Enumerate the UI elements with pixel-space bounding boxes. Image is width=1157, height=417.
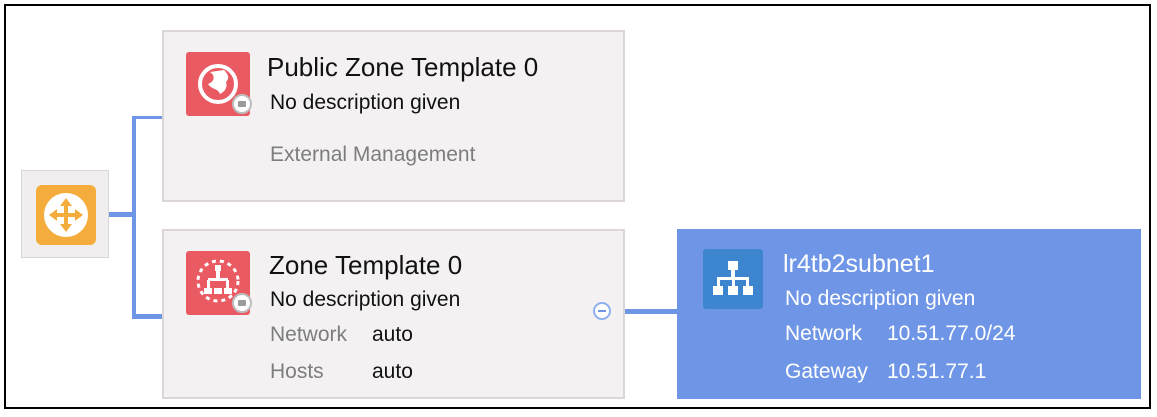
zone-hosts-value: auto <box>372 360 413 383</box>
public-zone-card[interactable]: Public Zone Template 0 No description gi… <box>162 30 625 202</box>
router-icon <box>36 185 96 245</box>
subnet-description: No description given <box>785 287 976 310</box>
subnet-title: lr4tb2subnet1 <box>783 250 935 278</box>
lock-icon <box>232 94 252 114</box>
lock-icon <box>232 293 252 313</box>
connector-zone <box>132 314 164 319</box>
zone-network-label: Network <box>270 323 348 346</box>
subnet-hierarchy-icon <box>703 249 763 309</box>
collapse-button[interactable] <box>593 302 611 320</box>
connector-public-zone <box>132 116 164 119</box>
public-zone-type: External Management <box>270 143 476 166</box>
router-node[interactable] <box>21 170 109 258</box>
zone-card[interactable]: Zone Template 0 No description given Net… <box>162 229 625 399</box>
zone-title: Zone Template 0 <box>269 250 463 280</box>
subnet-network-label: Network <box>785 322 863 345</box>
zone-description: No description given <box>270 288 461 311</box>
subnet-gateway-value: 10.51.77.1 <box>887 360 987 383</box>
subnet-network-value: 10.51.77.0/24 <box>887 322 1016 345</box>
connector-trunk <box>132 116 136 318</box>
public-zone-title: Public Zone Template 0 <box>267 52 539 82</box>
zone-network-value: auto <box>372 323 413 346</box>
public-zone-description: No description given <box>270 91 461 114</box>
zone-hosts-label: Hosts <box>270 360 324 383</box>
subnet-card[interactable]: lr4tb2subnet1 No description given Netwo… <box>677 229 1141 399</box>
subnet-gateway-label: Gateway <box>785 360 868 383</box>
